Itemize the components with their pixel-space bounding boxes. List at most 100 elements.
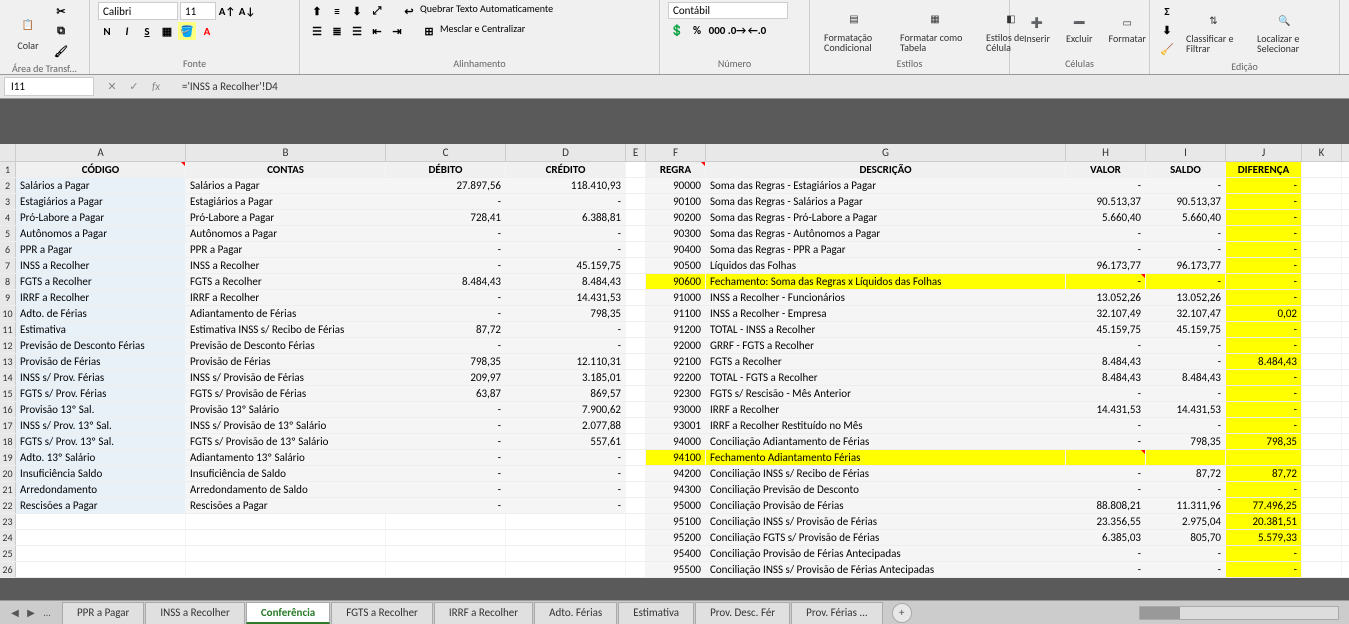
regra-cell[interactable]: 93001 xyxy=(646,418,706,433)
valor-cell[interactable]: 5.660,40 xyxy=(1066,210,1146,225)
descricao-cell[interactable]: INSS a Recolher - Empresa xyxy=(706,306,1066,321)
codigo-cell[interactable]: Rescisões a Pagar xyxy=(16,498,186,513)
percent-icon[interactable]: % xyxy=(688,21,706,39)
saldo-cell[interactable]: 13.052,26 xyxy=(1146,290,1226,305)
cell[interactable] xyxy=(386,514,506,529)
debito-cell[interactable]: - xyxy=(386,226,506,241)
descricao-cell[interactable]: Soma das Regras - Pró-Labore a Pagar xyxy=(706,210,1066,225)
sheet-tab[interactable]: Prov. Desc. Fér xyxy=(695,602,790,624)
descricao-cell[interactable]: Fechamento: Soma das Regras x Líquidos d… xyxy=(706,274,1066,289)
regra-cell[interactable]: 91100 xyxy=(646,306,706,321)
valor-cell[interactable]: - xyxy=(1066,338,1146,353)
select-all-corner[interactable] xyxy=(0,144,16,161)
sheet-tab[interactable]: IRRF a Recolher xyxy=(434,602,533,624)
cell[interactable] xyxy=(1302,274,1342,289)
regra-cell[interactable]: 95200 xyxy=(646,530,706,545)
credito-cell[interactable]: 12.110,31 xyxy=(506,354,626,369)
fill-color-button[interactable]: 🪣 xyxy=(178,22,196,40)
codigo-cell[interactable]: Salários a Pagar xyxy=(16,178,186,193)
column-header-e[interactable]: E xyxy=(626,144,646,161)
regra-cell[interactable]: 94200 xyxy=(646,466,706,481)
header-contas[interactable]: CONTAS xyxy=(186,162,386,177)
indent-increase-icon[interactable]: ⇥ xyxy=(388,22,406,40)
wrap-text-label[interactable]: Quebrar Texto Automaticamente xyxy=(420,2,553,20)
saldo-cell[interactable]: - xyxy=(1146,546,1226,561)
saldo-cell[interactable]: 87,72 xyxy=(1146,466,1226,481)
credito-cell[interactable]: 118.410,93 xyxy=(506,178,626,193)
valor-cell[interactable]: 6.385,03 xyxy=(1066,530,1146,545)
bold-button[interactable]: N xyxy=(98,22,116,40)
row-header[interactable]: 4 xyxy=(0,210,16,225)
conditional-format-button[interactable]: ▤ Formatação Condicional xyxy=(818,3,890,55)
credito-cell[interactable]: - xyxy=(506,194,626,209)
codigo-cell[interactable]: Insuficiência Saldo xyxy=(16,466,186,481)
credito-cell[interactable]: - xyxy=(506,466,626,481)
saldo-cell[interactable]: - xyxy=(1146,418,1226,433)
cell[interactable] xyxy=(626,210,646,225)
descricao-cell[interactable]: Fechamento Adiantamento Férias xyxy=(706,450,1066,465)
cell[interactable] xyxy=(386,530,506,545)
horizontal-scrollbar[interactable] xyxy=(1139,606,1339,620)
cell[interactable] xyxy=(16,562,186,577)
diferenca-cell[interactable]: - xyxy=(1226,402,1302,417)
credito-cell[interactable]: 869,57 xyxy=(506,386,626,401)
debito-cell[interactable]: 798,35 xyxy=(386,354,506,369)
cell[interactable] xyxy=(626,338,646,353)
debito-cell[interactable]: 27.897,56 xyxy=(386,178,506,193)
contas-cell[interactable]: Rescisões a Pagar xyxy=(186,498,386,513)
regra-cell[interactable]: 94300 xyxy=(646,482,706,497)
cell[interactable] xyxy=(626,546,646,561)
descricao-cell[interactable]: Soma das Regras - Autônomos a Pagar xyxy=(706,226,1066,241)
cell[interactable] xyxy=(506,530,626,545)
contas-cell[interactable]: FGTS s/ Provisão de Férias xyxy=(186,386,386,401)
debito-cell[interactable]: - xyxy=(386,466,506,481)
orientation-icon[interactable]: ⤢ xyxy=(368,2,386,20)
diferenca-cell[interactable]: - xyxy=(1226,562,1302,577)
debito-cell[interactable]: - xyxy=(386,434,506,449)
contas-cell[interactable]: INSS a Recolher xyxy=(186,258,386,273)
cell[interactable] xyxy=(1302,434,1342,449)
align-right-icon[interactable]: ☰ xyxy=(348,22,366,40)
valor-cell[interactable]: 23.356,55 xyxy=(1066,514,1146,529)
cell[interactable] xyxy=(1302,386,1342,401)
row-header[interactable]: 25 xyxy=(0,546,16,561)
cell[interactable] xyxy=(1302,450,1342,465)
cell[interactable] xyxy=(626,530,646,545)
row-header[interactable]: 22 xyxy=(0,498,16,513)
valor-cell[interactable]: - xyxy=(1066,242,1146,257)
tab-nav-prev[interactable]: ◀ xyxy=(8,606,22,619)
credito-cell[interactable]: - xyxy=(506,450,626,465)
column-header-b[interactable]: B xyxy=(186,144,386,161)
diferenca-cell[interactable]: - xyxy=(1226,482,1302,497)
descricao-cell[interactable]: FGTS a Recolher xyxy=(706,354,1066,369)
cell[interactable] xyxy=(186,514,386,529)
contas-cell[interactable]: Insuficiência de Saldo xyxy=(186,466,386,481)
valor-cell[interactable]: 14.431,53 xyxy=(1066,402,1146,417)
row-header[interactable]: 3 xyxy=(0,194,16,209)
cell[interactable] xyxy=(626,370,646,385)
cell[interactable] xyxy=(1302,370,1342,385)
row-header[interactable]: 19 xyxy=(0,450,16,465)
column-header-g[interactable]: G xyxy=(706,144,1066,161)
cell[interactable] xyxy=(1302,354,1342,369)
regra-cell[interactable]: 92100 xyxy=(646,354,706,369)
debito-cell[interactable]: 63,87 xyxy=(386,386,506,401)
insert-button[interactable]: ➕ Inserir xyxy=(1018,10,1056,47)
wrap-text-icon[interactable]: ↩ xyxy=(400,2,418,20)
valor-cell[interactable]: 8.484,43 xyxy=(1066,370,1146,385)
valor-cell[interactable]: 90.513,37 xyxy=(1066,194,1146,209)
contas-cell[interactable]: FGTS s/ Provisão de 13º Salário xyxy=(186,434,386,449)
cell[interactable] xyxy=(1302,418,1342,433)
descricao-cell[interactable]: Conciliação FGTS s/ Provisão de Férias xyxy=(706,530,1066,545)
cell[interactable] xyxy=(626,226,646,241)
currency-icon[interactable]: 💲 xyxy=(668,21,686,39)
cell[interactable] xyxy=(1302,210,1342,225)
italic-button[interactable]: I xyxy=(118,22,136,40)
format-painter-icon[interactable]: 🖌 xyxy=(52,42,70,60)
header-codigo[interactable]: CÓDIGO xyxy=(16,162,186,177)
delete-button[interactable]: ➖ Excluir xyxy=(1060,10,1099,47)
column-header-i[interactable]: I xyxy=(1146,144,1226,161)
cell[interactable] xyxy=(1302,162,1342,177)
cell[interactable] xyxy=(1302,178,1342,193)
valor-cell[interactable]: 8.484,43 xyxy=(1066,354,1146,369)
